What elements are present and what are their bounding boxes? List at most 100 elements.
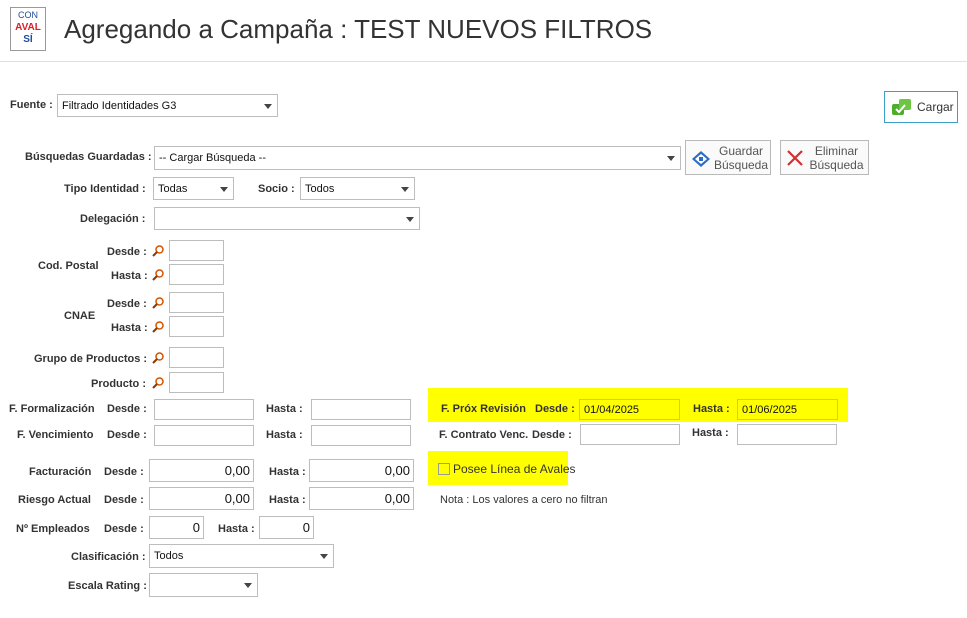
tipo-identidad-label: Tipo Identidad : <box>64 183 146 195</box>
busquedas-select-value: -- Cargar Búsqueda -- <box>159 152 266 164</box>
socio-value: Todos <box>305 182 335 195</box>
logo-line-1: CON <box>18 10 38 20</box>
riesgo-actual-hasta-input[interactable] <box>309 487 414 510</box>
n-empleados-label: Nº Empleados <box>16 523 90 535</box>
facturacion-hasta-input[interactable] <box>309 459 414 482</box>
guardar-line-2: Búsqueda <box>713 157 769 172</box>
logo-line-2: AVAL <box>15 22 41 33</box>
logo: CON AVAL SÍ <box>10 7 46 51</box>
clasificacion-select[interactable]: Todos <box>149 544 334 568</box>
guardar-busqueda-button[interactable]: Guardar Búsqueda <box>685 140 771 175</box>
cod-postal-desde-label: Desde : <box>107 246 147 258</box>
clasificacion-value: Todos <box>154 550 184 562</box>
fuente-select[interactable]: Filtrado Identidades G3 <box>57 94 278 117</box>
clasificacion-label: Clasificación : <box>71 551 146 563</box>
cargar-button-label: Cargar <box>917 100 954 114</box>
cnae-desde-input[interactable] <box>169 292 224 313</box>
f-contrato-venc-hasta-label: Hasta : <box>692 427 729 439</box>
grupo-productos-input[interactable] <box>169 347 224 368</box>
cnae-desde-label: Desde : <box>107 298 147 310</box>
escala-rating-label: Escala Rating : <box>68 580 147 592</box>
f-contrato-venc-label: F. Contrato Venc. <box>439 429 529 441</box>
f-contrato-venc-desde-label: Desde : <box>532 429 572 441</box>
save-search-icon <box>692 150 710 167</box>
facturacion-desde-label: Desde : <box>104 466 144 478</box>
facturacion-label: Facturación <box>29 466 92 478</box>
delegacion-select[interactable] <box>154 207 420 230</box>
page-title: Agregando a Campaña : TEST NUEVOS FILTRO… <box>64 14 653 44</box>
f-contrato-venc-hasta-input[interactable] <box>737 424 837 445</box>
chevron-down-icon <box>320 554 328 559</box>
f-formalizacion-desde-label: Desde : <box>107 403 147 415</box>
riesgo-actual-desde-input[interactable] <box>149 487 254 510</box>
eliminar-line-1: Eliminar <box>814 143 859 158</box>
cod-postal-label: Cod. Postal <box>38 260 99 272</box>
f-vencimiento-desde-input[interactable] <box>154 425 254 446</box>
search-icon[interactable] <box>151 351 165 365</box>
socio-label: Socio : <box>258 183 295 195</box>
socio-select[interactable]: Todos <box>300 177 415 200</box>
f-vencimiento-label: F. Vencimiento <box>17 429 94 441</box>
f-prox-revision-desde-label: Desde : <box>535 403 575 415</box>
guardar-line-1: Guardar <box>718 143 764 158</box>
chevron-down-icon <box>220 186 228 192</box>
chevron-down-icon <box>264 103 272 109</box>
logo-line-3: SÍ <box>23 34 33 45</box>
cnae-hasta-input[interactable] <box>169 316 224 337</box>
f-vencimiento-desde-label: Desde : <box>107 429 147 441</box>
f-prox-revision-hasta-label: Hasta : <box>693 403 730 415</box>
nota-text: Nota : Los valores a cero no filtran <box>440 494 608 506</box>
search-icon[interactable] <box>151 244 165 258</box>
fuente-select-value: Filtrado Identidades G3 <box>62 99 177 112</box>
producto-input[interactable] <box>169 372 224 393</box>
search-icon[interactable] <box>151 320 165 334</box>
eliminar-line-2: Búsqueda <box>809 157 864 172</box>
f-vencimiento-hasta-input[interactable] <box>311 425 411 446</box>
search-icon[interactable] <box>151 296 165 310</box>
riesgo-actual-label: Riesgo Actual <box>18 494 91 506</box>
fuente-label: Fuente : <box>10 99 53 111</box>
tipo-identidad-value: Todas <box>158 182 188 195</box>
cnae-label: CNAE <box>64 310 96 322</box>
facturacion-desde-input[interactable] <box>149 459 254 482</box>
chevron-down-icon <box>667 156 675 161</box>
cargar-icon <box>892 99 911 115</box>
posee-linea-avales-checkbox[interactable] <box>438 463 450 475</box>
chevron-down-icon <box>401 186 409 192</box>
n-empleados-desde-label: Desde : <box>104 523 144 535</box>
search-icon[interactable] <box>151 268 165 282</box>
delegacion-label: Delegación : <box>80 213 146 225</box>
f-formalizacion-desde-input[interactable] <box>154 399 254 420</box>
close-icon <box>787 149 803 166</box>
eliminar-busqueda-button[interactable]: Eliminar Búsqueda <box>780 140 869 175</box>
riesgo-actual-hasta-label: Hasta : <box>269 494 306 506</box>
cod-postal-hasta-label: Hasta : <box>111 270 148 282</box>
producto-label: Producto : <box>91 378 146 390</box>
f-formalizacion-hasta-label: Hasta : <box>266 403 303 415</box>
f-formalizacion-hasta-input[interactable] <box>311 399 411 420</box>
grupo-productos-label: Grupo de Productos : <box>34 353 148 365</box>
posee-linea-avales-label: Posee Línea de Avales <box>453 462 576 476</box>
tipo-identidad-select[interactable]: Todas <box>153 177 234 200</box>
n-empleados-desde-input[interactable] <box>149 516 204 539</box>
cnae-hasta-label: Hasta : <box>111 322 148 334</box>
f-prox-revision-desde-input[interactable] <box>579 399 680 420</box>
f-formalizacion-label: F. Formalización <box>9 403 95 415</box>
f-prox-revision-hasta-input[interactable] <box>737 399 838 420</box>
cargar-button[interactable]: Cargar <box>884 91 958 123</box>
f-vencimiento-hasta-label: Hasta : <box>266 429 303 441</box>
cod-postal-desde-input[interactable] <box>169 240 224 261</box>
chevron-down-icon <box>244 583 252 588</box>
busquedas-label: Búsquedas Guardadas : <box>25 151 152 163</box>
n-empleados-hasta-label: Hasta : <box>218 523 255 535</box>
search-icon[interactable] <box>151 376 165 390</box>
cod-postal-hasta-input[interactable] <box>169 264 224 285</box>
escala-rating-select[interactable] <box>149 573 258 597</box>
facturacion-hasta-label: Hasta : <box>269 466 306 478</box>
n-empleados-hasta-input[interactable] <box>259 516 314 539</box>
busquedas-select[interactable]: -- Cargar Búsqueda -- <box>154 146 681 170</box>
chevron-down-icon <box>406 216 414 222</box>
f-contrato-venc-desde-input[interactable] <box>580 424 680 445</box>
f-prox-revision-label: F. Próx Revisión <box>441 403 526 415</box>
header-divider <box>0 61 967 62</box>
